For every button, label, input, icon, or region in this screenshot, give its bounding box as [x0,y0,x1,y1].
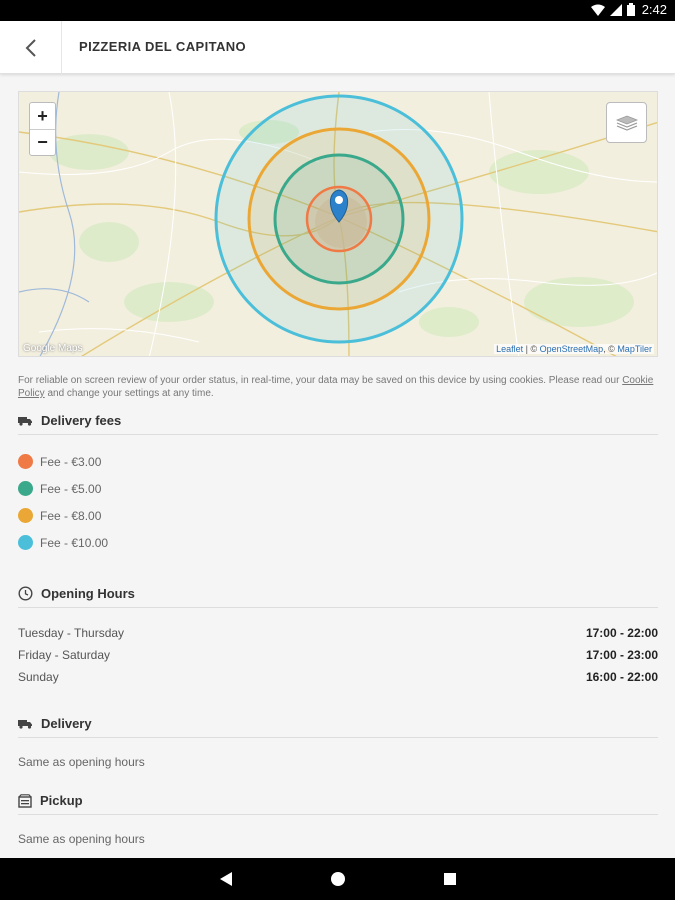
nav-back-button[interactable] [214,867,238,891]
nav-back-icon [219,872,232,886]
hours-days: Tuesday - Thursday [18,626,125,640]
nav-recents-button[interactable] [438,867,462,891]
delivery-header: Delivery [18,710,658,738]
pickup-header: Pickup [18,787,658,815]
fee-item: Fee - €3.00 [18,454,101,469]
delivery-truck-icon [18,417,32,426]
pickup-title: Pickup [40,793,83,808]
zoom-out-button[interactable]: − [30,129,55,155]
delivery-zone-map[interactable]: + − Google Maps Leaflet | © OpenStreetMa… [18,91,658,357]
fee-color-dot [18,508,33,523]
map-source-label: Google Maps [23,343,83,354]
fee-label: Fee - €10.00 [40,535,109,550]
opening-hours-header: Opening Hours [18,580,658,608]
battery-icon [626,3,635,16]
signal-icon [609,3,622,16]
layers-button[interactable] [606,102,647,143]
fee-color-dot [18,454,33,469]
hours-row: Friday - Saturday 17:00 - 23:00 [18,648,658,662]
attribution-separator: | © [523,344,540,354]
hours-days: Sunday [18,670,59,684]
fee-item: Fee - €5.00 [18,481,101,496]
nav-home-icon [330,872,345,886]
hours-days: Friday - Saturday [18,648,111,662]
fee-color-dot [18,535,33,550]
hours-time: 17:00 - 23:00 [585,648,658,662]
openstreetmap-link[interactable]: OpenStreetMap [540,344,604,354]
delivery-fees-header: Delivery fees [18,407,658,435]
store-icon [18,793,32,808]
nav-home-button[interactable] [326,867,350,891]
back-arrow-icon [25,38,36,57]
back-button[interactable] [0,21,62,74]
opening-hours-title: Opening Hours [41,586,135,601]
maptiler-link[interactable]: MapTiler [617,344,652,354]
system-nav-bar [0,858,675,900]
zoom-in-button[interactable]: + [30,103,55,129]
attribution-separator-2: , © [603,344,618,354]
cookie-notice-text: For reliable on screen review of your or… [18,375,623,386]
zoom-control: + − [29,102,56,156]
map-tiles [19,92,657,356]
pickup-hours-text: Same as opening hours [18,832,145,846]
nav-recents-icon [443,873,456,885]
delivery-fees-title: Delivery fees [41,413,122,428]
fee-color-dot [18,481,33,496]
status-time: 2:42 [641,2,667,17]
leaflet-link[interactable]: Leaflet [496,344,523,354]
clock-icon [18,586,33,601]
hours-row: Tuesday - Thursday 17:00 - 22:00 [18,626,658,640]
status-icons: 2:42 [590,2,667,17]
fee-label: Fee - €3.00 [40,454,102,469]
content: + − Google Maps Leaflet | © OpenStreetMa… [0,75,675,858]
fee-label: Fee - €8.00 [40,508,102,523]
hours-time: 16:00 - 22:00 [585,670,658,684]
cookie-notice-text-after: and change your settings at any time. [44,388,214,399]
wifi-icon [590,4,605,16]
hours-time: 17:00 - 22:00 [585,626,658,640]
layers-icon [615,115,638,131]
app-bar: PIZZERIA DEL CAPITANO [0,21,675,74]
fee-item: Fee - €10.00 [18,535,108,550]
fee-item: Fee - €8.00 [18,508,101,523]
status-bar: 2:42 [0,0,675,21]
fee-label: Fee - €5.00 [40,481,102,496]
hours-row: Sunday 16:00 - 22:00 [18,670,658,684]
delivery-title: Delivery [41,716,92,731]
map-attribution: Leaflet | © OpenStreetMap, © MapTiler [494,344,654,354]
cookie-notice: For reliable on screen review of your or… [18,374,658,400]
page-title: PIZZERIA DEL CAPITANO [79,39,247,54]
delivery-truck-icon [18,720,32,729]
delivery-hours-text: Same as opening hours [18,755,145,769]
